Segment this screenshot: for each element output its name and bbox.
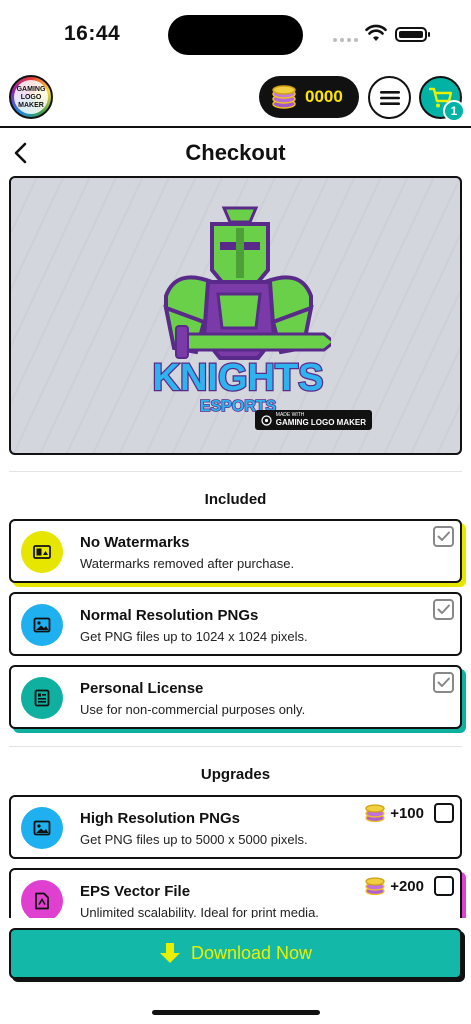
watermark-icon bbox=[21, 531, 63, 573]
app-header: GAMING LOGO MAKER 0000 1 bbox=[0, 72, 471, 128]
card-title: Personal License bbox=[80, 680, 204, 697]
card-description: Get PNG files up to 1024 x 1024 pixels. bbox=[80, 629, 308, 644]
upgrade-price-value: +200 bbox=[390, 877, 424, 895]
battery-icon bbox=[395, 27, 430, 42]
included-checkbox bbox=[433, 672, 454, 693]
included-card-personal-license: Personal License Use for non-commercial … bbox=[9, 665, 462, 729]
upgrade-card-eps-vector[interactable]: EPS Vector File Unlimited scalability. I… bbox=[9, 868, 462, 918]
logo-preview: KNIGHTS ESPORTS MADE WITH GAMING LOGO MA… bbox=[9, 176, 462, 455]
card-title: EPS Vector File bbox=[80, 883, 191, 900]
image-icon bbox=[21, 807, 63, 849]
upgrade-card-high-resolution[interactable]: High Resolution PNGs Get PNG files up to… bbox=[9, 795, 462, 859]
checkmark-icon bbox=[437, 531, 450, 541]
coin-stack-icon bbox=[365, 804, 385, 823]
download-now-button[interactable]: Download Now bbox=[9, 928, 462, 979]
card-title: No Watermarks bbox=[80, 534, 190, 551]
checkout-nav: Checkout bbox=[0, 132, 471, 174]
dynamic-island bbox=[168, 15, 303, 55]
upgrade-price: +100 bbox=[364, 803, 424, 823]
included-checkbox bbox=[433, 526, 454, 547]
app-logo-line2: LOGO bbox=[20, 94, 42, 101]
coin-stack-icon bbox=[365, 877, 385, 896]
upgrades-scroll-clip: EPS Vector File Unlimited scalability. I… bbox=[0, 866, 471, 918]
upgrade-checkbox[interactable] bbox=[434, 876, 454, 896]
card-title: High Resolution PNGs bbox=[80, 810, 241, 827]
logo-knights-text: KNIGHTS bbox=[153, 357, 324, 399]
status-time: 16:44 bbox=[64, 22, 121, 45]
watermark-big-text: GAMING LOGO MAKER bbox=[275, 418, 366, 427]
card-description: Use for non-commercial purposes only. bbox=[80, 702, 306, 717]
checkmark-icon bbox=[437, 677, 450, 687]
download-now-label: Download Now bbox=[190, 943, 313, 963]
status-bar: 16:44 bbox=[0, 0, 471, 64]
app-logo-line3: MAKER bbox=[18, 102, 44, 109]
vector-file-icon bbox=[21, 880, 63, 918]
upgrade-price: +200 bbox=[364, 876, 424, 896]
checkmark-icon bbox=[437, 604, 450, 614]
knight-mascot-logo: KNIGHTS ESPORTS bbox=[151, 206, 331, 416]
upgrade-checkbox[interactable] bbox=[434, 803, 454, 823]
included-checkbox bbox=[433, 599, 454, 620]
watermark-logo-icon bbox=[261, 414, 272, 426]
upgrade-price-value: +100 bbox=[390, 804, 424, 822]
included-card-normal-resolution: Normal Resolution PNGs Get PNG files up … bbox=[9, 592, 462, 656]
divider bbox=[9, 746, 462, 747]
card-description: Watermarks removed after purchase. bbox=[80, 556, 295, 571]
coin-stack-icon bbox=[272, 85, 296, 109]
included-card-no-watermarks: No Watermarks Watermarks removed after p… bbox=[9, 519, 462, 583]
card-title: Normal Resolution PNGs bbox=[80, 607, 259, 624]
image-icon bbox=[21, 604, 63, 646]
card-description: Unlimited scalability. Ideal for print m… bbox=[80, 905, 319, 918]
app-logo[interactable]: GAMING LOGO MAKER bbox=[9, 75, 53, 119]
page-title: Checkout bbox=[185, 140, 286, 165]
app-logo-line1: GAMING bbox=[16, 86, 46, 93]
coin-balance-button[interactable]: 0000 bbox=[259, 76, 359, 118]
upgrades-title: Upgrades bbox=[200, 766, 271, 783]
hamburger-icon bbox=[379, 90, 400, 105]
cellular-signal-icon bbox=[333, 38, 358, 42]
menu-button[interactable] bbox=[368, 76, 411, 119]
included-title: Included bbox=[204, 491, 267, 508]
wifi-icon bbox=[365, 24, 387, 41]
download-arrow-icon bbox=[159, 942, 180, 963]
card-description: Get PNG files up to 5000 x 5000 pixels. bbox=[80, 832, 308, 847]
license-icon bbox=[21, 677, 63, 719]
home-indicator[interactable] bbox=[152, 1010, 320, 1015]
coin-count: 0000 bbox=[305, 87, 343, 106]
divider bbox=[9, 471, 462, 472]
cart-count-badge: 1 bbox=[443, 100, 465, 122]
made-with-watermark: MADE WITH GAMING LOGO MAKER bbox=[254, 410, 372, 430]
